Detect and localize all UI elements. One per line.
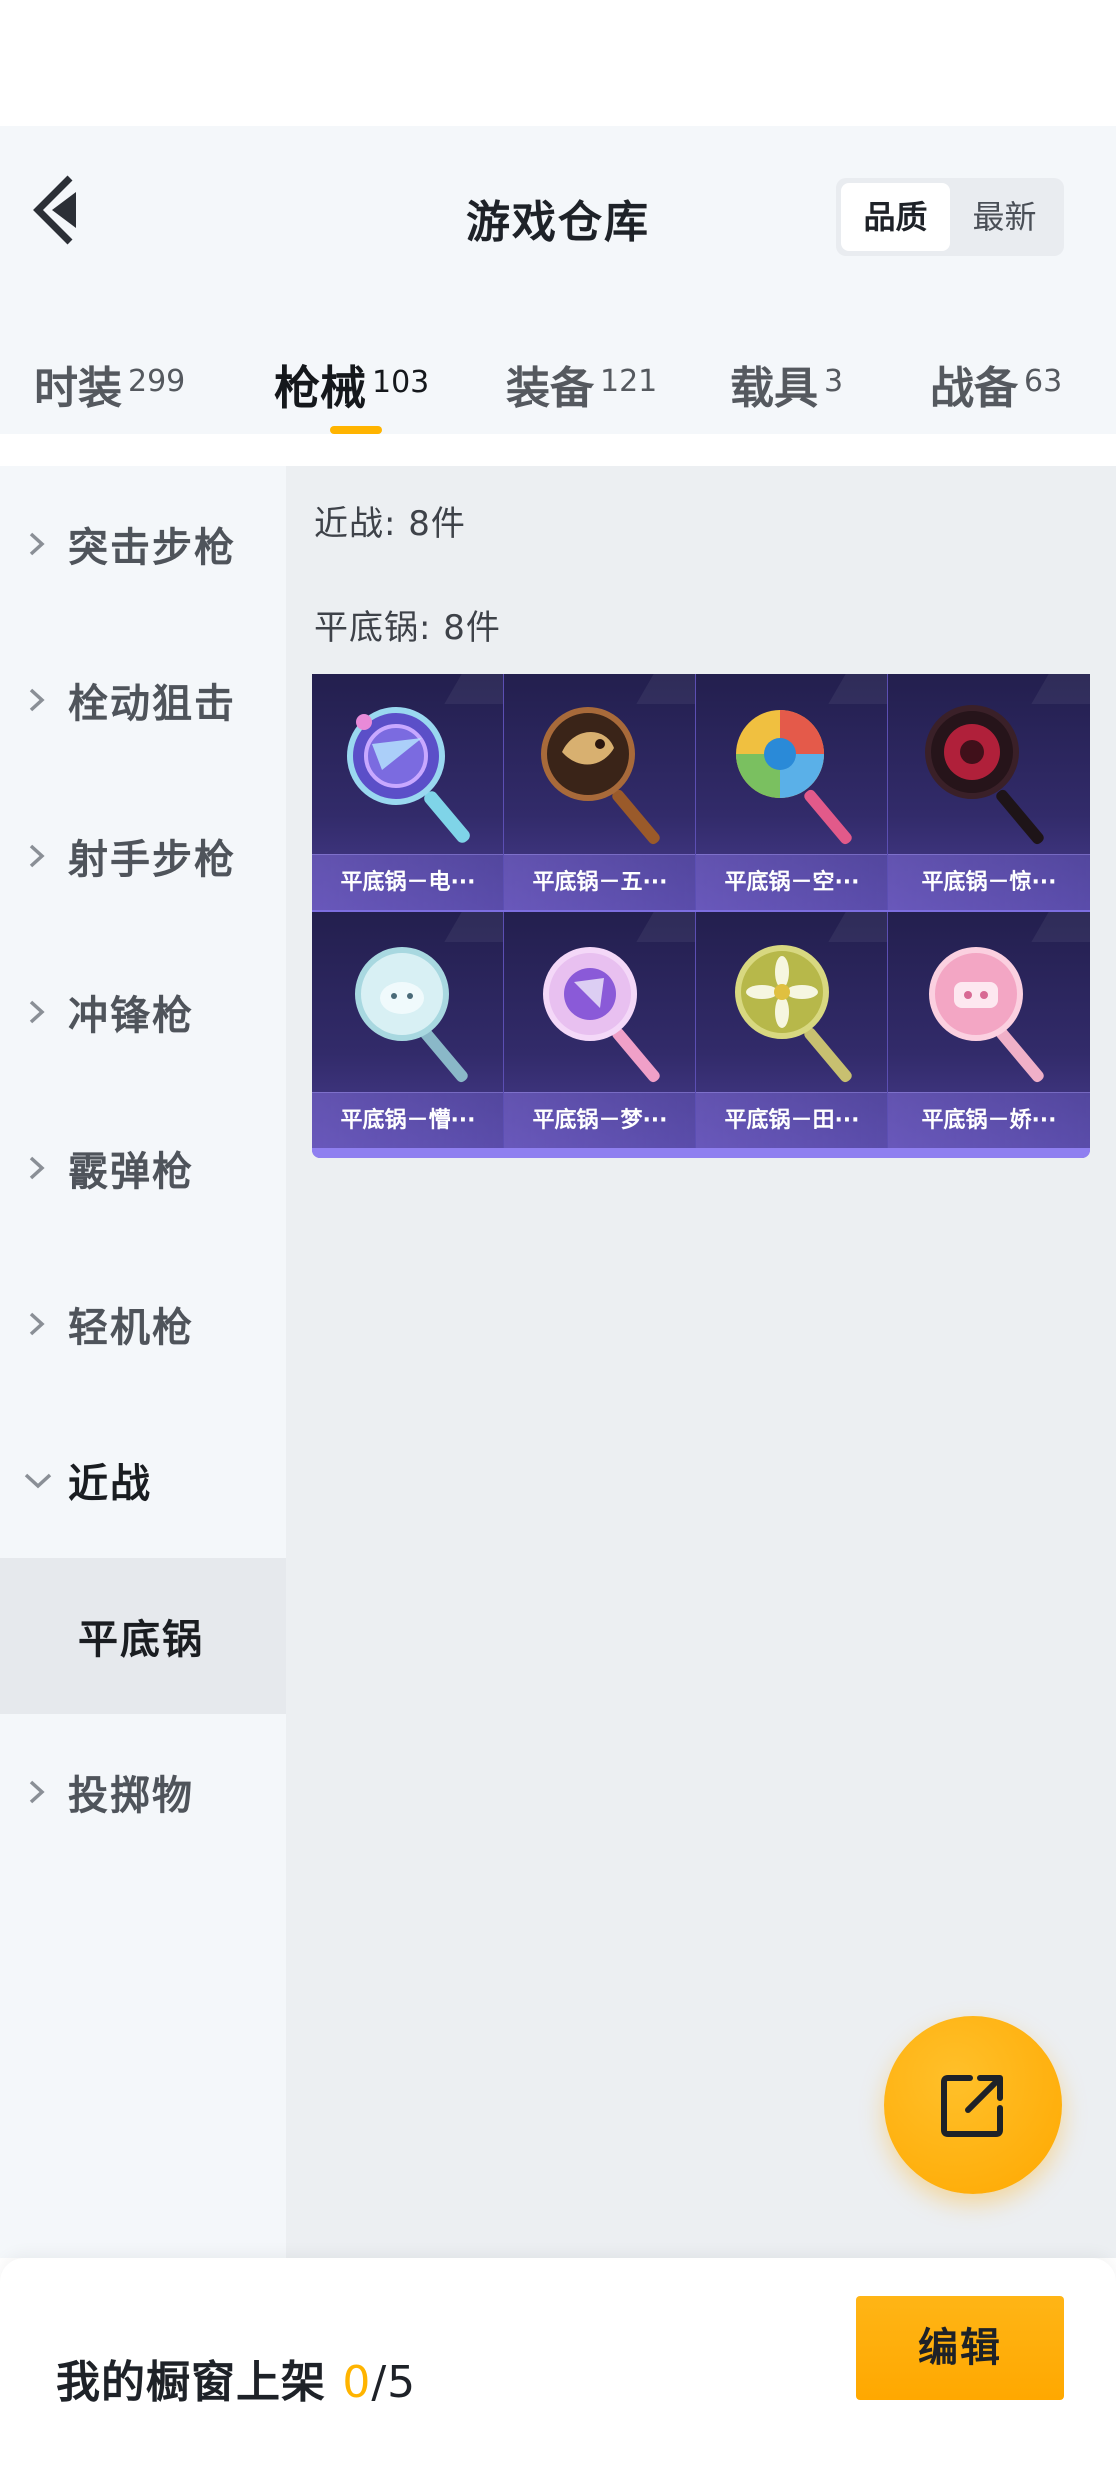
item-name-bar: 平底锅－梦··· — [504, 1092, 695, 1148]
pan-dream-icon — [504, 912, 695, 1092]
item-name-bar: 平底锅－娇··· — [888, 1092, 1090, 1148]
sidebar-item-bolt-sniper[interactable]: 栓动狙击 — [0, 622, 286, 778]
sort-option-newest[interactable]: 最新 — [950, 183, 1059, 251]
item-card[interactable]: 平底锅－空··· — [696, 674, 888, 910]
item-card[interactable]: 平底锅－五··· — [504, 674, 696, 910]
item-name: 平底锅－梦··· — [532, 1108, 668, 1133]
pan-electric-icon — [312, 674, 503, 854]
tab-count: 299 — [128, 364, 186, 399]
category-tabs: 时装 299 枪械 103 装备 121 载具 3 战备 63 — [0, 340, 1116, 434]
sidebar-item-label: 射手步枪 — [68, 837, 236, 883]
tab-count: 103 — [372, 365, 430, 400]
showcase-used-count: 0 — [342, 2357, 372, 2408]
showcase-footer: 我的橱窗上架 0/5 编辑 — [0, 2258, 1116, 2484]
sidebar-item-label: 平底锅 — [78, 1617, 204, 1663]
tab-firearms[interactable]: 枪械 103 — [274, 352, 429, 418]
chevron-right-icon — [29, 688, 45, 712]
item-name: 平底锅－娇··· — [921, 1108, 1057, 1133]
showcase-total-count: /5 — [371, 2357, 417, 2408]
sidebar-item-label: 轻机枪 — [68, 1305, 194, 1351]
item-name-bar: 平底锅－五··· — [504, 854, 695, 910]
showcase-label: 我的橱窗上架 — [56, 2357, 326, 2408]
chevron-right-icon — [29, 1780, 45, 1804]
chevron-right-icon — [29, 844, 45, 868]
tab-label: 载具 — [730, 363, 818, 414]
tab-fashion[interactable]: 时装 299 — [34, 352, 185, 416]
tab-label: 战备 — [930, 363, 1018, 414]
item-name: 平底锅－五··· — [532, 870, 668, 895]
sort-option-quality[interactable]: 品质 — [841, 183, 950, 251]
item-name-bar: 平底锅－懵··· — [312, 1092, 503, 1148]
tab-label: 枪械 — [274, 361, 366, 415]
tab-vehicles[interactable]: 载具 3 — [730, 352, 843, 416]
tab-supplies[interactable]: 战备 63 — [930, 352, 1062, 416]
sidebar-item-assault-rifle[interactable]: 突击步枪 — [0, 466, 286, 622]
chevron-right-icon — [29, 1312, 45, 1336]
pan-cat-icon — [312, 912, 503, 1092]
item-name-bar: 平底锅－惊··· — [888, 854, 1090, 910]
sidebar-item-throwables[interactable]: 投掷物 — [0, 1714, 286, 1870]
showcase-status: 我的橱窗上架 0/5 — [56, 2346, 416, 2410]
pan-dark-red-icon — [888, 674, 1080, 854]
subcategory-heading: 平底锅: 8件 — [314, 608, 501, 648]
share-icon — [941, 2075, 1003, 2137]
item-name: 平底锅－惊··· — [921, 870, 1057, 895]
item-name: 平底锅－田··· — [724, 1108, 860, 1133]
sidebar-item-label: 冲锋枪 — [68, 993, 194, 1039]
item-name-bar: 平底锅－田··· — [696, 1092, 887, 1148]
sidebar-item-melee[interactable]: 近战 — [0, 1402, 286, 1558]
tab-count: 63 — [1024, 364, 1063, 399]
chevron-down-icon — [24, 1473, 52, 1489]
sidebar-item-lmg[interactable]: 轻机枪 — [0, 1246, 286, 1402]
tab-label: 时装 — [34, 363, 122, 414]
item-name-bar: 平底锅－空··· — [696, 854, 887, 910]
item-name-bar: 平底锅－电··· — [312, 854, 503, 910]
pan-pink-icon — [888, 912, 1080, 1092]
sidebar-item-label: 突击步枪 — [68, 525, 236, 571]
sidebar-item-shotgun[interactable]: 霰弹枪 — [0, 1090, 286, 1246]
share-button[interactable] — [884, 2016, 1062, 2194]
sidebar: 突击步枪 栓动狙击 射手步枪 冲锋枪 霰弹枪 轻机枪 近战 平底锅 投掷物 — [0, 466, 286, 2258]
sidebar-item-label: 投掷物 — [68, 1773, 194, 1819]
sidebar-item-label: 霰弹枪 — [68, 1149, 194, 1195]
active-tab-indicator — [330, 426, 382, 434]
category-heading: 近战: 8件 — [314, 504, 466, 544]
pan-rainbow-icon — [696, 674, 887, 854]
grid-footer-strip — [312, 1148, 1090, 1158]
item-card[interactable]: 平底锅－电··· — [312, 674, 504, 910]
item-name: 平底锅－空··· — [724, 870, 860, 895]
pan-flower-icon — [696, 912, 887, 1092]
item-name: 平底锅－懵··· — [340, 1108, 476, 1133]
chevron-right-icon — [29, 532, 45, 556]
edit-button[interactable]: 编辑 — [856, 2296, 1064, 2400]
tab-label: 装备 — [506, 363, 594, 414]
status-bar — [0, 0, 1116, 126]
chevron-right-icon — [29, 1156, 45, 1180]
item-name: 平底锅－电··· — [340, 870, 476, 895]
sidebar-item-marksman-rifle[interactable]: 射手步枪 — [0, 778, 286, 934]
tab-count: 121 — [600, 364, 658, 399]
item-card[interactable]: 平底锅－懵··· — [312, 912, 504, 1148]
tab-count: 3 — [824, 364, 844, 399]
sidebar-item-smg[interactable]: 冲锋枪 — [0, 934, 286, 1090]
item-card[interactable]: 平底锅－梦··· — [504, 912, 696, 1148]
sort-toggle: 品质 最新 — [836, 178, 1064, 256]
sidebar-item-label: 近战 — [68, 1461, 152, 1507]
item-card[interactable]: 平底锅－娇··· — [888, 912, 1090, 1148]
sidebar-item-label: 栓动狙击 — [68, 681, 236, 727]
pan-dragon-icon — [504, 674, 695, 854]
tab-equipment[interactable]: 装备 121 — [506, 352, 657, 416]
item-grid: 平底锅－电··· 平底锅－五··· 平底锅－空··· 平底锅－惊··· 平底锅－… — [312, 674, 1090, 1158]
chevron-right-icon — [29, 1000, 45, 1024]
inventory-content: 近战: 8件 平底锅: 8件 平底锅－电··· 平底锅－五··· 平底锅－空··… — [286, 466, 1116, 2258]
sidebar-subitem-frying-pan[interactable]: 平底锅 — [0, 1558, 286, 1714]
item-card[interactable]: 平底锅－田··· — [696, 912, 888, 1148]
item-card[interactable]: 平底锅－惊··· — [888, 674, 1090, 910]
